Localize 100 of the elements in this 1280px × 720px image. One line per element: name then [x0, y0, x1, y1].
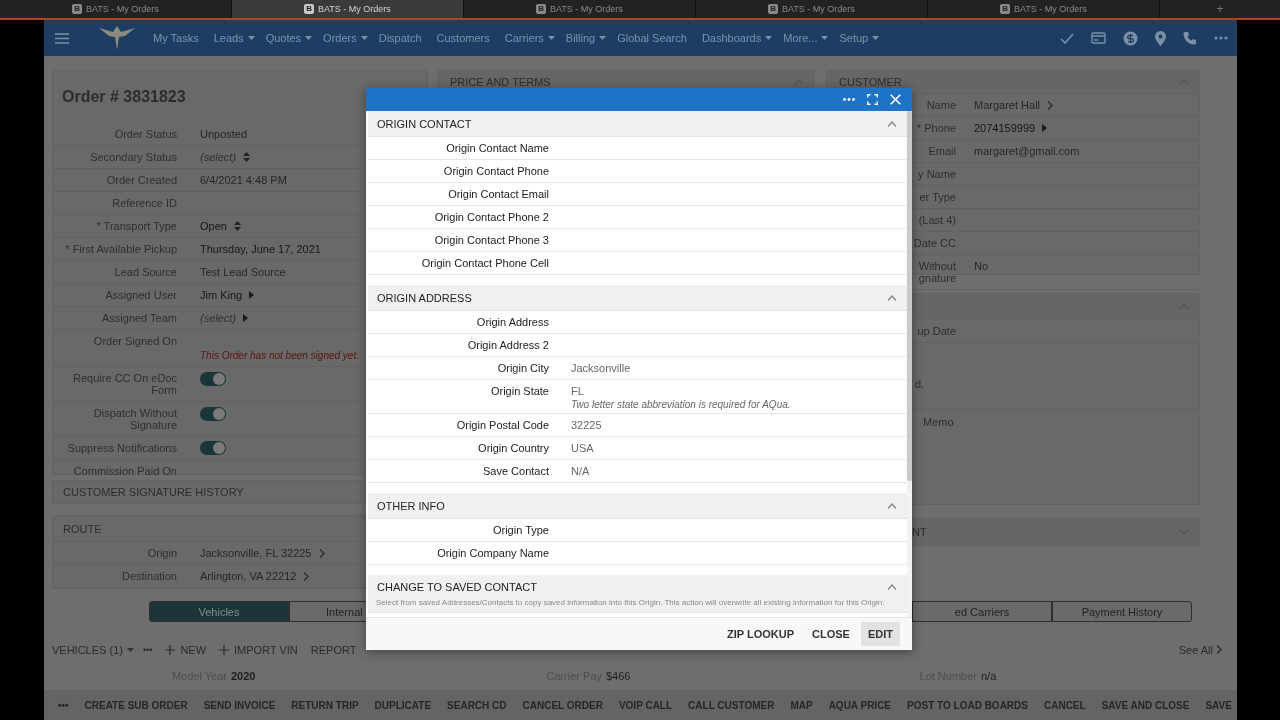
dropdown-caret-icon[interactable]: [305, 36, 313, 40]
action-button[interactable]: SAVE: [1205, 699, 1232, 711]
action-button[interactable]: DUPLICATE: [374, 699, 432, 711]
dropdown-caret-icon[interactable]: [872, 36, 880, 40]
plus-icon[interactable]: [219, 644, 230, 655]
action-button[interactable]: POST TO LOAD BOARDS: [907, 699, 1028, 711]
section-title: PRICE AND TERMS: [450, 76, 551, 88]
dropdown-caret-icon[interactable]: [765, 36, 773, 40]
dropdown-caret-icon[interactable]: [821, 36, 829, 40]
nav-link[interactable]: Customers: [436, 32, 490, 44]
nav-link[interactable]: Dashboards: [701, 32, 762, 44]
more-icon[interactable]: [843, 98, 855, 101]
chevron-right-icon[interactable]: [303, 571, 310, 581]
field-label: Origin Contact Phone Cell: [420, 257, 549, 269]
tab[interactable]: Internal: [289, 601, 366, 622]
dropdown-caret-icon[interactable]: [599, 36, 607, 40]
new-tab-button[interactable]: +: [1160, 0, 1280, 18]
scrollbar-thumb[interactable]: [907, 111, 912, 481]
dropdown-caret-icon[interactable]: [360, 36, 368, 40]
chevron-right-icon[interactable]: [318, 548, 325, 558]
nav-link[interactable]: More...: [783, 32, 818, 44]
toolbar-button[interactable]: IMPORT VIN: [234, 643, 298, 656]
triangle-right-icon[interactable]: [249, 291, 255, 299]
action-button[interactable]: AQUA PRICE: [828, 699, 892, 711]
link-value[interactable]: Margaret Hall: [974, 99, 1041, 111]
nav-link[interactable]: Setup: [839, 32, 869, 44]
toggle-switch[interactable]: [200, 372, 226, 386]
caret-up-icon[interactable]: [887, 294, 897, 301]
toggle-switch[interactable]: [200, 407, 226, 421]
toolbar-button[interactable]: NEW: [180, 643, 207, 656]
menu-icon[interactable]: [55, 32, 69, 44]
action-button[interactable]: CALL CUSTOMER: [688, 699, 775, 711]
chevron-right-icon[interactable]: [1047, 100, 1054, 110]
nav-link[interactable]: Quotes: [265, 32, 302, 44]
card-icon[interactable]: [1091, 32, 1106, 44]
action-button[interactable]: SAVE AND CLOSE: [1101, 699, 1190, 711]
nav-link[interactable]: Carriers: [504, 32, 544, 44]
menu-value[interactable]: Jim King: [200, 289, 243, 301]
nav-link[interactable]: Leads: [213, 32, 244, 44]
nav-link[interactable]: Global Search: [617, 32, 687, 44]
select-value[interactable]: Open: [200, 220, 227, 232]
field-label: Order Signed On: [93, 335, 177, 347]
browser-tab[interactable]: B BATS - My Orders: [232, 0, 464, 18]
field-label: * Transport Type: [96, 220, 177, 232]
field-value: No: [974, 260, 989, 272]
caret-up-icon[interactable]: [887, 502, 897, 509]
tab[interactable]: Payment History: [1052, 601, 1192, 622]
plus-icon[interactable]: [165, 644, 176, 655]
chevron-right-icon[interactable]: [1216, 645, 1222, 654]
field-label: Origin Company Name: [436, 547, 549, 559]
link-value[interactable]: Jacksonville, FL 32225: [200, 547, 312, 559]
tab[interactable]: Vehicles: [149, 601, 289, 622]
dropdown-caret-icon[interactable]: [126, 647, 134, 652]
location-pin-icon[interactable]: [1155, 30, 1166, 46]
wings-logo[interactable]: [99, 26, 135, 50]
dropdown-caret-icon[interactable]: [247, 36, 255, 40]
field-label: Memo: [923, 416, 954, 428]
dialog-button[interactable]: EDIT: [860, 622, 900, 646]
action-button[interactable]: CANCEL ORDER: [522, 699, 603, 711]
select-placeholder[interactable]: (select): [200, 151, 237, 163]
close-icon[interactable]: [890, 94, 901, 105]
action-button[interactable]: RETURN TRIP: [291, 699, 359, 711]
triangle-right-icon[interactable]: [1042, 124, 1048, 132]
menu-value[interactable]: 2074159999: [974, 122, 1036, 134]
nav-link[interactable]: Billing: [565, 32, 596, 44]
link-value[interactable]: Arlington, VA 22212: [200, 570, 297, 582]
dialog-button[interactable]: CLOSE: [805, 622, 857, 646]
dialog-button[interactable]: ZIP LOOKUP: [720, 622, 802, 646]
see-all-link[interactable]: See All: [1178, 643, 1213, 656]
vehicles-dropdown[interactable]: VEHICLES (1): [52, 643, 123, 656]
dropdown-caret-icon[interactable]: [547, 36, 555, 40]
checkmark-icon[interactable]: [1060, 32, 1074, 44]
action-button[interactable]: CANCEL: [1044, 699, 1086, 711]
action-button[interactable]: MAP: [790, 699, 813, 711]
nav-link[interactable]: My Tasks: [153, 32, 199, 44]
triangle-right-icon[interactable]: [243, 314, 249, 322]
action-button[interactable]: SEND INVOICE: [203, 699, 276, 711]
field-value: USA: [571, 442, 594, 454]
field-label: * Phone: [916, 122, 956, 134]
action-button[interactable]: CREATE SUB ORDER: [84, 699, 188, 711]
favicon: B: [768, 4, 778, 14]
caret-up-icon[interactable]: [887, 120, 897, 127]
phone-icon[interactable]: [1183, 31, 1197, 45]
dollar-icon[interactable]: [1123, 30, 1138, 46]
more-icon[interactable]: [1214, 36, 1228, 40]
expand-icon[interactable]: [867, 94, 878, 105]
toolbar-button[interactable]: REPORT: [310, 643, 357, 656]
action-button[interactable]: SEARCH CD: [447, 699, 507, 711]
more-button[interactable]: •••: [142, 644, 153, 655]
toggle-switch[interactable]: [200, 441, 226, 455]
tab[interactable]: ed Carriers: [912, 601, 1052, 622]
sort-arrows-icon[interactable]: [243, 152, 251, 162]
nav-link[interactable]: Orders: [323, 32, 357, 44]
menu-placeholder[interactable]: (select): [200, 312, 237, 324]
more-button[interactable]: •••: [58, 699, 69, 711]
caret-up-icon[interactable]: [887, 583, 897, 590]
sort-arrows-icon[interactable]: [233, 221, 241, 231]
field-value: FL: [571, 385, 585, 397]
nav-link[interactable]: Dispatch: [378, 32, 422, 44]
action-button[interactable]: VOIP CALL: [618, 699, 673, 711]
